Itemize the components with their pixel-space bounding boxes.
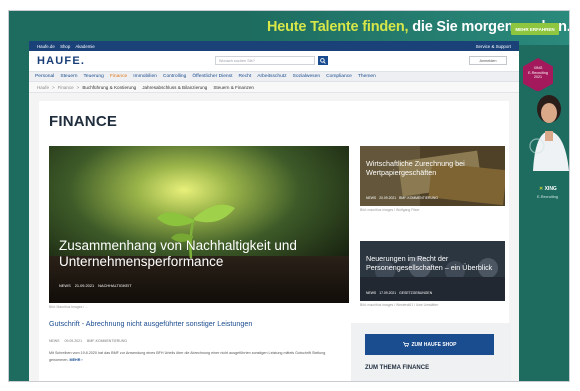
cart-icon xyxy=(402,342,409,347)
ad-xing-logo: ✕ XING xyxy=(539,186,557,192)
main-nav: Personal Steuern Teuerung Finance Immobi… xyxy=(29,71,519,82)
ad-badge-line3: 2021 xyxy=(534,75,542,79)
search-input[interactable]: Wonach suchen Sie? xyxy=(215,56,315,65)
side-teaser-1-meta: NEWS 20.09.2021 BMF-KOMMENTIERUNG xyxy=(366,196,438,200)
hero-meta-type: NEWS xyxy=(59,283,71,288)
hero-title[interactable]: Zusammenhang von Nachhaltigkeit und Unte… xyxy=(59,238,344,270)
article-meta: NEWS 09.09.2021 BMF-KOMMENTIERUNG xyxy=(49,339,127,343)
breadcrumb-haufe[interactable]: Haufe xyxy=(37,85,49,90)
hero-meta-date: 21.09.2021 xyxy=(74,283,95,288)
side-teaser-2-caption: Bild: mauritius images / Westend61 / Uwe… xyxy=(360,303,439,307)
side-teaser-2-tag[interactable]: GESETZGEBUNGEN xyxy=(399,291,432,295)
side-teaser-2[interactable]: Neuerungen im Recht der Personengesellsc… xyxy=(360,241,505,301)
article-meta-tag[interactable]: BMF-KOMMENTIERUNG xyxy=(87,339,127,343)
topbar-link-haufe[interactable]: Haufe.de xyxy=(37,44,55,49)
subnav-item-steuern-finanzen[interactable]: Steuern & Finanzen xyxy=(213,85,254,90)
side-teaser-2-type: NEWS xyxy=(366,291,377,295)
nav-item-controlling[interactable]: Controlling xyxy=(163,74,186,79)
article-title[interactable]: Gutschrift - Abrechnung nicht ausgeführt… xyxy=(49,319,252,328)
breadcrumb: Haufe > Finance > Buchführung & Kontieru… xyxy=(29,82,519,93)
hero-image xyxy=(49,146,349,303)
topbar-link-shop[interactable]: Shop xyxy=(60,44,70,49)
haufe-site: Haufe.de Shop Akademie Service & Support… xyxy=(29,41,519,381)
side-teaser-1-date: 20.09.2021 xyxy=(379,196,397,200)
haufe-logo[interactable]: HAUFE. xyxy=(37,55,85,67)
search-icon xyxy=(320,57,326,64)
xing-x-icon: ✕ xyxy=(539,186,544,192)
nav-item-recht[interactable]: Recht xyxy=(238,74,251,79)
topbar-link-service[interactable]: Service & Support xyxy=(476,44,511,49)
breadcrumb-separator: > xyxy=(52,84,55,90)
nav-item-arbeitsschutz[interactable]: Arbeitsschutz xyxy=(257,74,286,79)
hero-image-caption: Bild: Mauritius Images / ... xyxy=(49,305,89,309)
ad-person-image xyxy=(519,91,569,171)
search-button[interactable] xyxy=(318,56,328,65)
side-teaser-1[interactable]: Wirtschaftliche Zurechnung bei Wertpapie… xyxy=(360,146,505,206)
article-meta-date: 09.09.2021 xyxy=(64,339,83,343)
article-teaser-text: Mit Schreiben vom 19.8.2020 hat das BMF … xyxy=(49,351,326,362)
top-bar: Haufe.de Shop Akademie Service & Support xyxy=(29,41,519,51)
side-teaser-2-title[interactable]: Neuerungen im Recht der Personengesellsc… xyxy=(366,254,498,272)
side-teaser-1-caption: Bild: mauritius images / Wolfgang Filser xyxy=(360,208,420,212)
ad-xing-subtitle: E-Recruiting xyxy=(537,195,558,199)
side-teaser-1-title[interactable]: Wirtschaftliche Zurechnung bei Wertpapie… xyxy=(366,159,498,177)
side-teaser-2-meta: NEWS 17.09.2021 GESETZGEBUNGEN xyxy=(366,291,432,295)
nav-item-themen[interactable]: Themen xyxy=(358,74,376,79)
hero-teaser[interactable]: Zusammenhang von Nachhaltigkeit und Unte… xyxy=(49,146,349,303)
login-label: Anmelden xyxy=(479,58,497,63)
topbar-link-akademie[interactable]: Akademie xyxy=(75,44,95,49)
ad-banner[interactable]: Heute Talente finden, die Sie morgen suc… xyxy=(9,11,569,45)
subnav-item-jahresabschluss[interactable]: Jahresabschluss & Bilanzierung xyxy=(142,85,207,90)
article-meta-type: NEWS xyxy=(49,339,60,343)
nav-item-sozialwesen[interactable]: Sozialwesen xyxy=(293,74,320,79)
side-teaser-2-date: 17.09.2021 xyxy=(379,291,397,295)
thema-heading: ZUM THEMA FINANCE xyxy=(365,365,430,371)
nav-item-personal[interactable]: Personal xyxy=(35,74,54,79)
side-teaser-1-tag[interactable]: BMF-KOMMENTIERUNG xyxy=(399,196,438,200)
browser-frame: Heute Talente finden, die Sie morgen suc… xyxy=(8,10,570,382)
subnav-item-buchfuehrung[interactable]: Buchführung & Kontierung xyxy=(82,85,136,90)
breadcrumb-finance[interactable]: Finance xyxy=(58,85,74,90)
hero-meta: NEWS 21.09.2021 NACHHALTIGKEIT xyxy=(59,283,132,288)
ad-xing-brand: XING xyxy=(544,186,557,192)
haufe-shop-button[interactable]: ZUM HAUFE SHOP xyxy=(365,334,494,355)
nav-item-teuerung[interactable]: Teuerung xyxy=(83,74,103,79)
hero-meta-tag[interactable]: NACHHALTIGKEIT xyxy=(98,283,131,288)
ad-banner-text-part1: Heute Talente finden, xyxy=(267,19,409,35)
article-teaser: Mit Schreiben vom 19.8.2020 hat das BMF … xyxy=(49,350,339,363)
article-more-link[interactable]: MEHR › xyxy=(70,358,83,362)
main-content: FINANCE Zusammenhang von Nachhaltigkeit … xyxy=(39,101,511,381)
login-button[interactable]: Anmelden xyxy=(469,56,507,65)
top-bar-links: Haufe.de Shop Akademie xyxy=(37,44,99,49)
haufe-shop-label: ZUM HAUFE SHOP xyxy=(411,341,457,348)
page-title: FINANCE xyxy=(49,113,118,130)
breadcrumb-separator: > xyxy=(76,84,80,90)
nav-item-immobilien[interactable]: Immobilien xyxy=(133,74,157,79)
side-teaser-1-type: NEWS xyxy=(366,196,377,200)
nav-item-steuern[interactable]: Steuern xyxy=(60,74,77,79)
nav-item-finance[interactable]: Finance xyxy=(110,74,127,79)
nav-item-oeffentlicher-dienst[interactable]: Öffentlicher Dienst xyxy=(192,74,232,79)
site-header: HAUFE. Wonach suchen Sie? Anmelden xyxy=(29,51,519,71)
ad-banner-button[interactable]: MEHR ERFAHREN xyxy=(511,23,559,35)
nav-item-compliance[interactable]: Compliance xyxy=(326,74,352,79)
